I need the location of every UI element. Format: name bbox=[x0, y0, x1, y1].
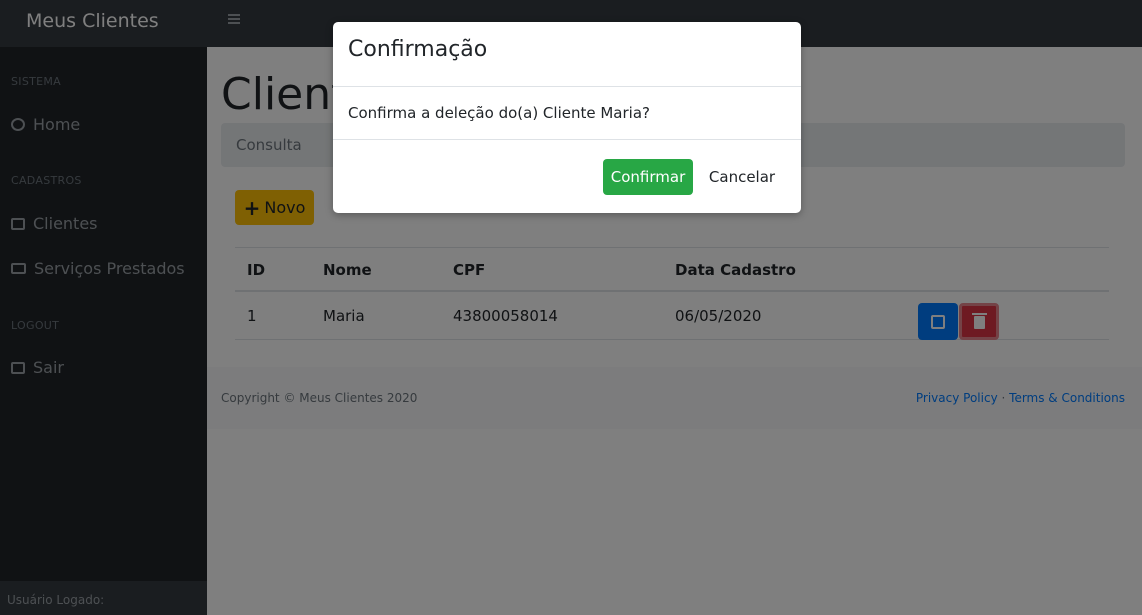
modal-header: Confirmação bbox=[333, 22, 801, 87]
cancel-button[interactable]: Cancelar bbox=[703, 159, 781, 195]
confirm-button[interactable]: Confirmar bbox=[603, 159, 693, 195]
modal-message: Confirma a deleção do(a) Cliente Maria? bbox=[348, 104, 650, 122]
modal-title: Confirmação bbox=[348, 37, 488, 62]
modal-body: Confirma a deleção do(a) Cliente Maria? bbox=[333, 87, 801, 140]
confirm-delete-modal: Confirmação Confirma a deleção do(a) Cli… bbox=[333, 22, 801, 213]
